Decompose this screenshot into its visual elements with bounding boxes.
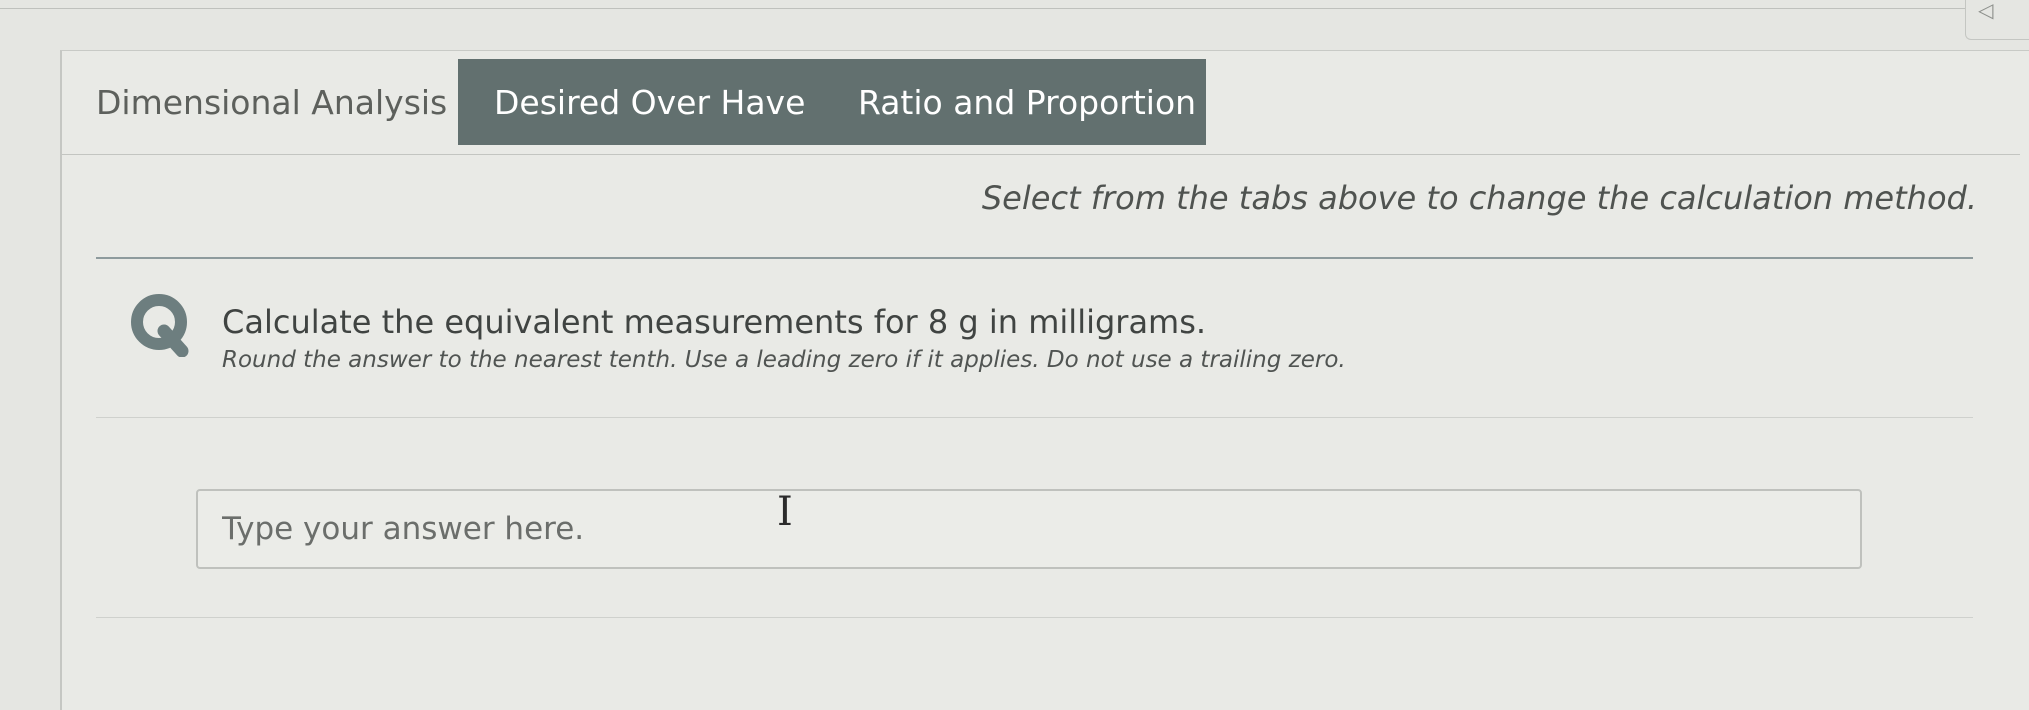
method-hint: Select from the tabs above to change the…	[981, 179, 1977, 217]
question-q-icon	[131, 294, 189, 357]
question-text: Calculate the equivalent measurements fo…	[222, 303, 1207, 341]
tabs-underline	[62, 154, 2020, 155]
section-divider	[96, 257, 1973, 259]
question-divider	[96, 417, 1973, 418]
top-rule	[0, 8, 1965, 9]
tab-label: Ratio and Proportion	[858, 82, 1197, 122]
tab-label: Desired Over Have	[494, 82, 806, 122]
tab-desired-over-have[interactable]: Desired Over Have	[458, 59, 822, 145]
calculator-panel: Dimensional Analysis Desired Over Have R…	[60, 50, 2029, 710]
method-tabs: Dimensional Analysis Desired Over Have R…	[62, 59, 1206, 145]
collapse-arrow-icon[interactable]: ◁	[1965, 0, 2029, 40]
question-block: Calculate the equivalent measurements fo…	[222, 303, 1942, 373]
answer-input[interactable]	[196, 489, 1862, 569]
tab-label: Dimensional Analysis	[96, 82, 448, 122]
question-instruction: Round the answer to the nearest tenth. U…	[222, 347, 1346, 373]
tab-ratio-and-proportion[interactable]: Ratio and Proportion	[822, 59, 1206, 145]
answer-divider	[96, 617, 1973, 618]
tab-dimensional-analysis[interactable]: Dimensional Analysis	[62, 59, 458, 145]
text-cursor-icon: I	[777, 489, 793, 535]
